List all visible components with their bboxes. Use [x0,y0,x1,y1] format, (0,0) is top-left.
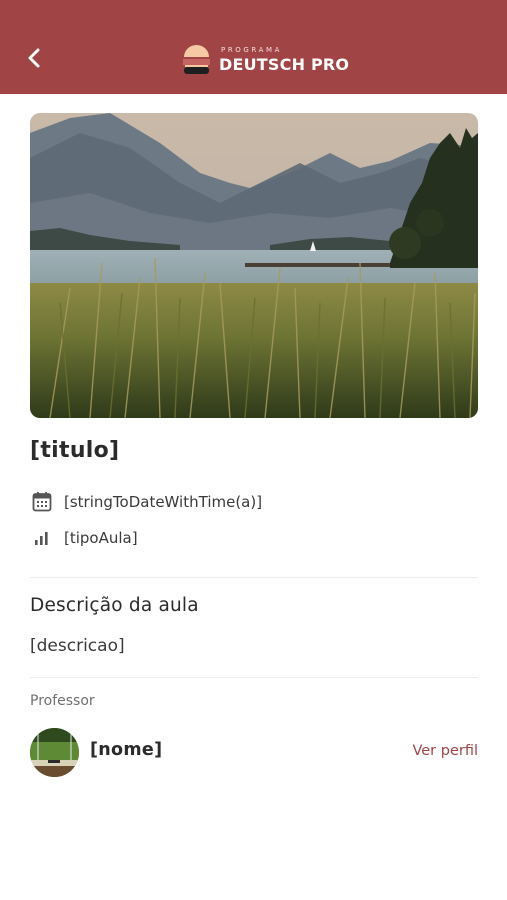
brand-logo: PROGRAMA DEUTSCH PRO [182,42,349,78]
brand-logo-icon [183,45,210,74]
divider [30,677,478,678]
lesson-cover-image [30,113,478,418]
view-profile-link[interactable]: Ver perfil [412,743,478,759]
calendar-icon [30,491,54,512]
teacher-name: [nome] [90,740,163,760]
lesson-date-row: [stringToDateWithTime(a)] [30,491,262,512]
lesson-type-row: [tipoAula] [30,529,138,547]
teacher-label: Professor [30,693,95,709]
chevron-left-icon [28,48,40,68]
lesson-description: [descricao] [30,636,125,656]
brand-name: DEUTSCH PRO [219,55,350,74]
lesson-title: [titulo] [30,438,120,463]
teacher-avatar[interactable] [30,728,79,777]
lesson-date: [stringToDateWithTime(a)] [64,492,263,511]
app-header: PROGRAMA DEUTSCH PRO [0,0,507,94]
divider [30,577,478,578]
lesson-type: [tipoAula] [64,529,138,547]
signal-bars-icon [30,531,54,545]
brand-tagline: PROGRAMA [221,46,283,54]
lesson-detail-screen: PROGRAMA DEUTSCH PRO [titulo] [stringToD… [0,0,507,900]
description-heading: Descrição da aula [30,595,199,616]
back-button[interactable] [20,43,50,73]
